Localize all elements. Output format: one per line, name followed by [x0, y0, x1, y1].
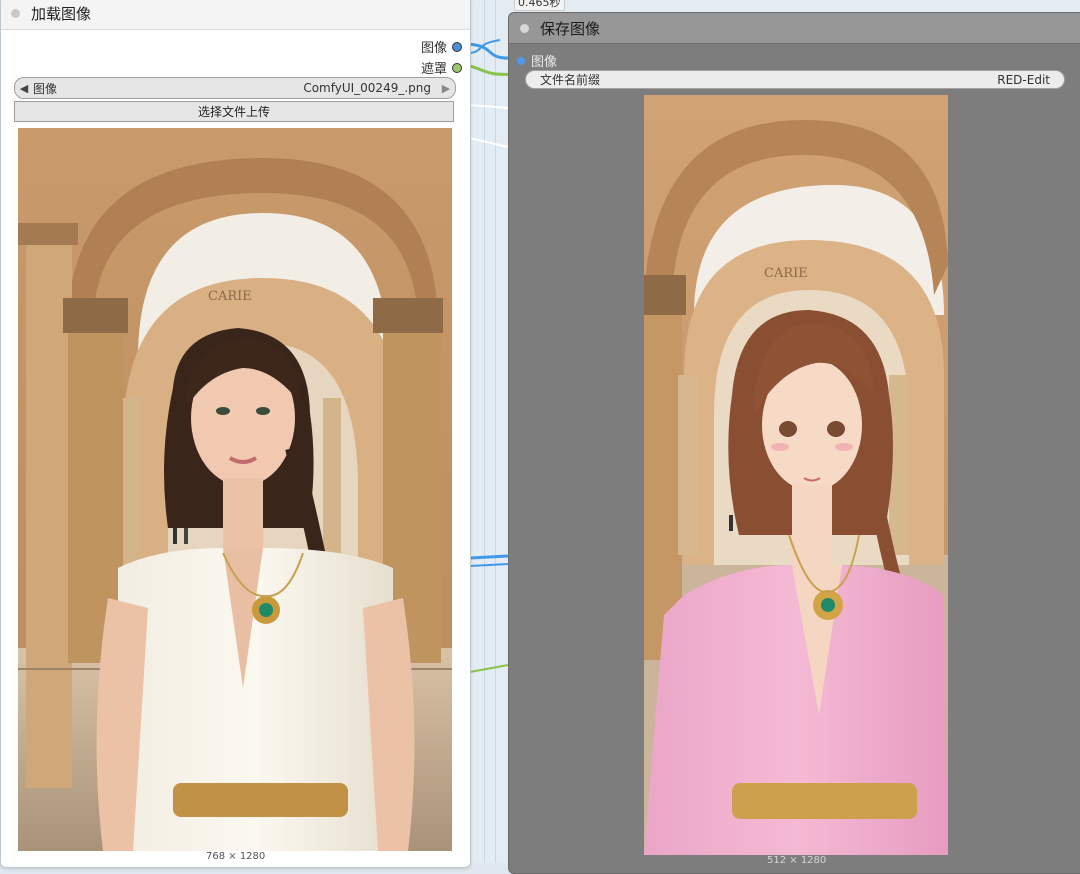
output-image-slot[interactable]: 图像: [421, 37, 462, 56]
field-value: RED-Edit: [997, 72, 1050, 87]
link-wire: [469, 554, 509, 560]
next-arrow-icon[interactable]: ▶: [437, 82, 455, 95]
load-image-node[interactable]: 加载图像 图像 遮罩 ◀ 图像 ComfyUI_00249_.png ▶ 选择文…: [0, 0, 471, 868]
combo-label: 图像: [33, 81, 58, 96]
save-image-node[interactable]: 保存图像 图像 文件名前缀 RED-Edit CARIE 512 × 1280: [508, 12, 1080, 874]
node-header[interactable]: 加载图像: [1, 0, 470, 30]
field-label: 文件名前缀: [540, 73, 601, 87]
image-select-combo[interactable]: ◀ 图像 ComfyUI_00249_.png ▶: [14, 77, 456, 99]
node-header[interactable]: 保存图像: [509, 13, 1080, 44]
link-wire: [469, 104, 509, 109]
output-label: 遮罩: [420, 62, 447, 77]
input-port-icon[interactable]: [517, 56, 525, 65]
node-title: 保存图像: [540, 19, 601, 38]
link-wire: [469, 664, 509, 673]
prev-arrow-icon[interactable]: ◀: [15, 82, 33, 95]
filename-prefix-field[interactable]: 文件名前缀 RED-Edit: [525, 70, 1065, 89]
input-label: 图像: [531, 55, 558, 70]
output-port-icon[interactable]: [452, 62, 462, 73]
output-port-icon[interactable]: [452, 41, 462, 52]
combo-value: ComfyUI_00249_.png: [303, 81, 431, 95]
output-label: 图像: [420, 41, 447, 56]
saved-image-preview: CARIE: [644, 95, 948, 855]
image-size-label: 768 × 1280: [206, 851, 266, 862]
svg-text:CARIE: CARIE: [764, 266, 808, 281]
collapse-dot-icon[interactable]: [11, 8, 20, 18]
output-mask-slot[interactable]: 遮罩: [421, 58, 462, 77]
image-size-label: 512 × 1280: [767, 855, 827, 866]
upload-file-button[interactable]: 选择文件上传: [14, 101, 454, 122]
collapse-dot-icon[interactable]: [520, 23, 529, 33]
execution-time-badge: 0.465秒: [514, 0, 565, 11]
svg-text:CARIE: CARIE: [208, 289, 252, 304]
link-wire: [469, 563, 509, 567]
link-wire: [469, 137, 509, 148]
loaded-image-preview: CARIE: [18, 128, 452, 851]
node-title: 加载图像: [31, 4, 92, 23]
input-image-slot[interactable]: 图像: [517, 51, 557, 70]
